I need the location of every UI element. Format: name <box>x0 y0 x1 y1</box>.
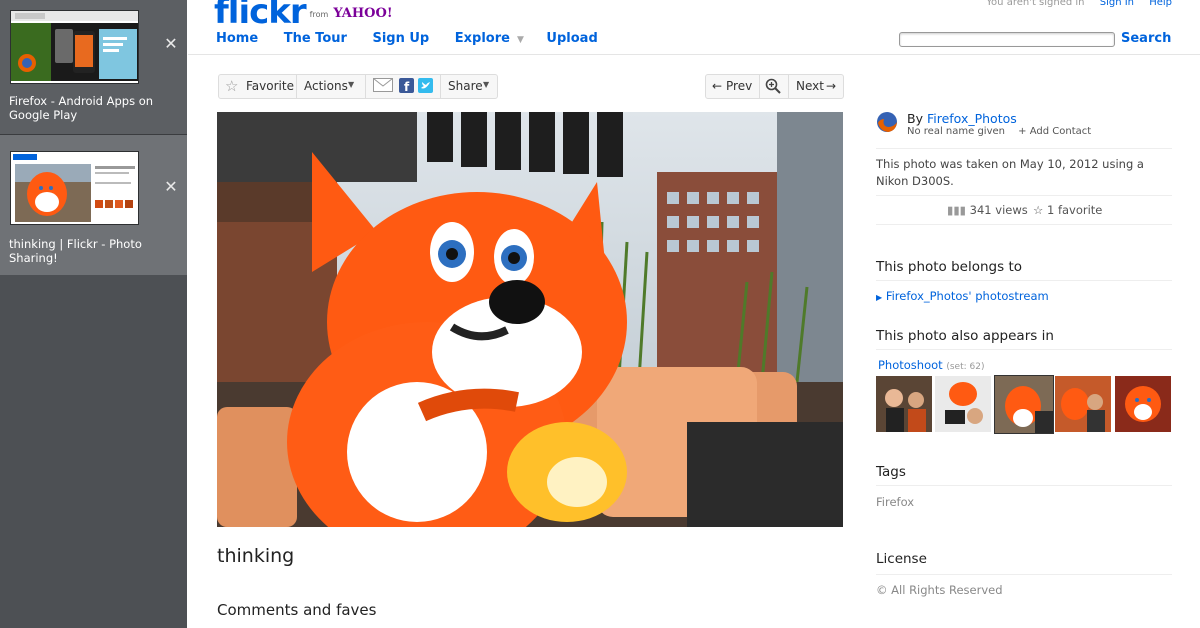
views-count: 341 views <box>969 203 1028 217</box>
set-name: Photoshoot <box>878 358 943 372</box>
photostream-link[interactable]: ▶ Firefox_Photos' photostream <box>876 289 1049 303</box>
copyright-icon: © <box>876 583 888 597</box>
star-icon: ☆ <box>1033 203 1044 217</box>
owner-line: By Firefox_Photos <box>907 111 1017 126</box>
belongs-heading: This photo belongs to <box>876 259 1022 275</box>
set-count: (set: 62) <box>946 362 985 372</box>
photostream-label: Firefox_Photos' photostream <box>885 289 1049 303</box>
prev-button[interactable]: Prev <box>726 79 752 93</box>
nav-sign-up[interactable]: Sign Up <box>372 31 429 46</box>
divider <box>876 574 1172 575</box>
license-info: © All Rights Reserved <box>876 583 1003 597</box>
tag-link[interactable]: Firefox <box>876 495 914 509</box>
nav-upload[interactable]: Upload <box>546 31 597 46</box>
set-thumbnail[interactable] <box>1115 376 1171 432</box>
divider <box>759 75 760 98</box>
set-thumbnail[interactable] <box>876 376 932 432</box>
license-heading: License <box>876 551 927 567</box>
tab-close-icon[interactable]: ✕ <box>163 36 179 52</box>
svg-text:f: f <box>404 80 410 93</box>
help-link[interactable]: Help <box>1149 0 1172 8</box>
divider <box>876 485 1172 486</box>
nav-the-tour[interactable]: The Tour <box>284 31 347 46</box>
search-input[interactable] <box>899 32 1115 47</box>
divider <box>440 75 441 98</box>
favorite-button[interactable]: Favorite <box>246 79 294 93</box>
tab-sidebar: Firefox - Android Apps on Google Play ✕ <box>0 0 187 628</box>
owner-subline: No real name given + Add Contact <box>907 126 1091 137</box>
flickr-logo[interactable]: flickr from YAHOO! <box>214 0 393 32</box>
taken-info: This photo was taken on May 10, 2012 usi… <box>876 157 1144 188</box>
tab-flickr-thinking[interactable]: thinking | Flickr - Photo Sharing! ✕ <box>0 135 187 275</box>
divider <box>365 75 366 98</box>
facebook-icon[interactable]: f <box>399 78 414 96</box>
tab-google-play[interactable]: Firefox - Android Apps on Google Play ✕ <box>0 0 187 135</box>
tab-title: Firefox - Android Apps on Google Play <box>9 94 154 122</box>
next-button[interactable]: Next <box>796 79 824 93</box>
search-button[interactable]: Search <box>1121 31 1171 46</box>
tab-close-icon[interactable]: ✕ <box>163 179 179 195</box>
signin-note: You aren't signed in <box>986 0 1085 8</box>
tags-heading: Tags <box>876 464 906 480</box>
favorites-count: 1 favorite <box>1046 203 1103 217</box>
star-icon[interactable]: ☆ <box>225 77 238 95</box>
signin-link[interactable]: Sign In <box>1100 0 1134 8</box>
photo-nav-bar: ← Prev Next → <box>705 74 844 99</box>
share-menu-button[interactable]: Share <box>448 79 483 93</box>
chevron-down-icon[interactable]: ▼ <box>348 80 354 89</box>
favorites-stat: ☆ 1 favorite <box>1033 203 1102 217</box>
twitter-icon[interactable] <box>418 78 433 96</box>
set-thumbnail[interactable] <box>1055 376 1111 432</box>
set-thumbnail-current[interactable] <box>994 375 1054 434</box>
chevron-down-icon[interactable]: ▼ <box>483 80 489 89</box>
actions-menu-button[interactable]: Actions <box>304 79 348 93</box>
logo-text: flickr <box>214 0 307 32</box>
next-arrow-icon[interactable]: → <box>826 79 836 93</box>
add-contact-link[interactable]: + Add Contact <box>1018 126 1091 137</box>
set-link[interactable]: Photoshoot (set: 62) <box>878 358 984 372</box>
by-label: By <box>907 111 923 126</box>
appears-heading: This photo also appears in <box>876 328 1054 344</box>
tab-title: thinking | Flickr - Photo Sharing! <box>9 237 142 265</box>
divider <box>876 148 1172 149</box>
photo-action-bar: ☆ Favorite Actions ▼ f Share ▼ <box>218 74 498 99</box>
tab-thumbnail <box>10 10 139 84</box>
owner-link[interactable]: Firefox_Photos <box>927 111 1017 126</box>
yahoo-logo: YAHOO! <box>333 6 393 21</box>
real-name-note: No real name given <box>907 126 1005 137</box>
set-thumbnail[interactable] <box>935 376 991 432</box>
prev-arrow-icon[interactable]: ← <box>712 79 722 93</box>
divider <box>876 195 1172 196</box>
license-text[interactable]: All Rights Reserved <box>891 583 1002 597</box>
chevron-down-icon[interactable]: ▼ <box>517 35 524 45</box>
divider <box>876 224 1172 225</box>
zoom-icon[interactable] <box>765 78 781 97</box>
divider <box>876 280 1172 281</box>
owner-avatar[interactable] <box>876 111 898 136</box>
tab-thumbnail <box>10 151 139 225</box>
signin-area: You aren't signed in Sign In Help <box>986 0 1172 8</box>
web-page: flickr from YAHOO! You aren't signed in S… <box>188 0 1200 628</box>
nav-home[interactable]: Home <box>216 31 258 46</box>
nav-explore[interactable]: Explore <box>455 31 510 46</box>
header-divider <box>188 54 1200 55</box>
divider <box>296 75 297 98</box>
main-nav: Home The Tour Sign Up Explore ▼ Upload <box>216 31 619 46</box>
logo-from: from <box>309 10 329 19</box>
divider <box>876 349 1172 350</box>
divider <box>788 75 789 98</box>
views-stat: ▮▮▮ 341 views <box>947 203 1028 217</box>
bar-chart-icon: ▮▮▮ <box>947 203 966 217</box>
photo-title: thinking <box>217 545 295 567</box>
triangle-right-icon: ▶ <box>876 293 883 302</box>
email-icon[interactable] <box>373 78 393 95</box>
comments-heading: Comments and faves <box>217 601 377 619</box>
main-photo[interactable] <box>217 112 843 527</box>
